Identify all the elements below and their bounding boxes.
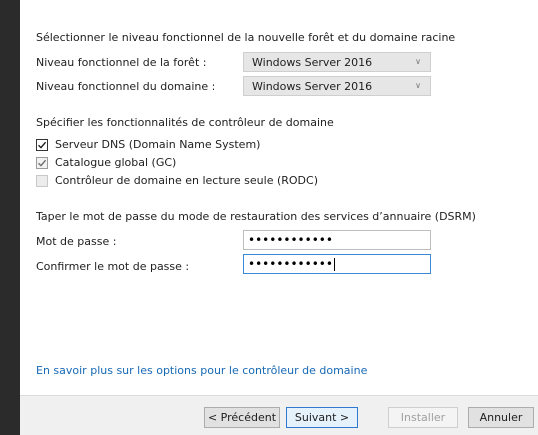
install-button: Installer (388, 407, 458, 428)
dsrm-section-heading: Taper le mot de passe du mode de restaur… (36, 210, 476, 223)
password-value: •••••••••••• (248, 233, 333, 247)
domain-level-value: Windows Server 2016 (252, 80, 373, 93)
rodc-checkbox (36, 175, 48, 187)
forest-level-select[interactable]: Windows Server 2016 ∨ (243, 52, 431, 72)
previous-button[interactable]: < Précédent (204, 407, 280, 428)
dns-checkbox[interactable] (36, 139, 48, 151)
checkmark-icon (38, 159, 47, 167)
chevron-down-icon: ∨ (415, 81, 421, 90)
checkmark-icon (38, 141, 47, 149)
learn-more-link[interactable]: En savoir plus sur les options pour le c… (36, 364, 367, 377)
rodc-label: Contrôleur de domaine en lecture seule (… (55, 174, 318, 187)
text-caret (333, 258, 335, 271)
forest-level-value: Windows Server 2016 (252, 56, 373, 69)
global-catalog-label: Catalogue global (GC) (55, 156, 177, 169)
forest-section-heading: Sélectionner le niveau fonctionnel de la… (36, 31, 456, 44)
chevron-down-icon: ∨ (415, 57, 421, 66)
password-field[interactable]: •••••••••••• (243, 230, 431, 250)
dns-label: Serveur DNS (Domain Name System) (55, 138, 261, 151)
cancel-button[interactable]: Annuler (468, 407, 534, 428)
dc-section-heading: Spécifier les fonctionnalités de contrôl… (36, 116, 334, 129)
confirm-password-value: •••••••••••• (248, 257, 333, 271)
domain-level-label: Niveau fonctionnel du domaine : (36, 80, 216, 93)
dc-options-panel: Sélectionner le niveau fonctionnel de la… (20, 0, 538, 435)
confirm-password-label: Confirmer le mot de passe : (36, 260, 190, 273)
global-catalog-checkbox (36, 157, 48, 169)
confirm-password-field[interactable]: •••••••••••• (243, 254, 431, 274)
domain-level-select[interactable]: Windows Server 2016 ∨ (243, 76, 431, 96)
forest-level-label: Niveau fonctionnel de la forêt : (36, 56, 207, 69)
next-button[interactable]: Suivant > (286, 407, 358, 428)
wizard-footer: < Précédent Suivant > Installer Annuler (20, 395, 538, 435)
password-label: Mot de passe : (36, 235, 117, 248)
window-left-edge (0, 0, 20, 434)
